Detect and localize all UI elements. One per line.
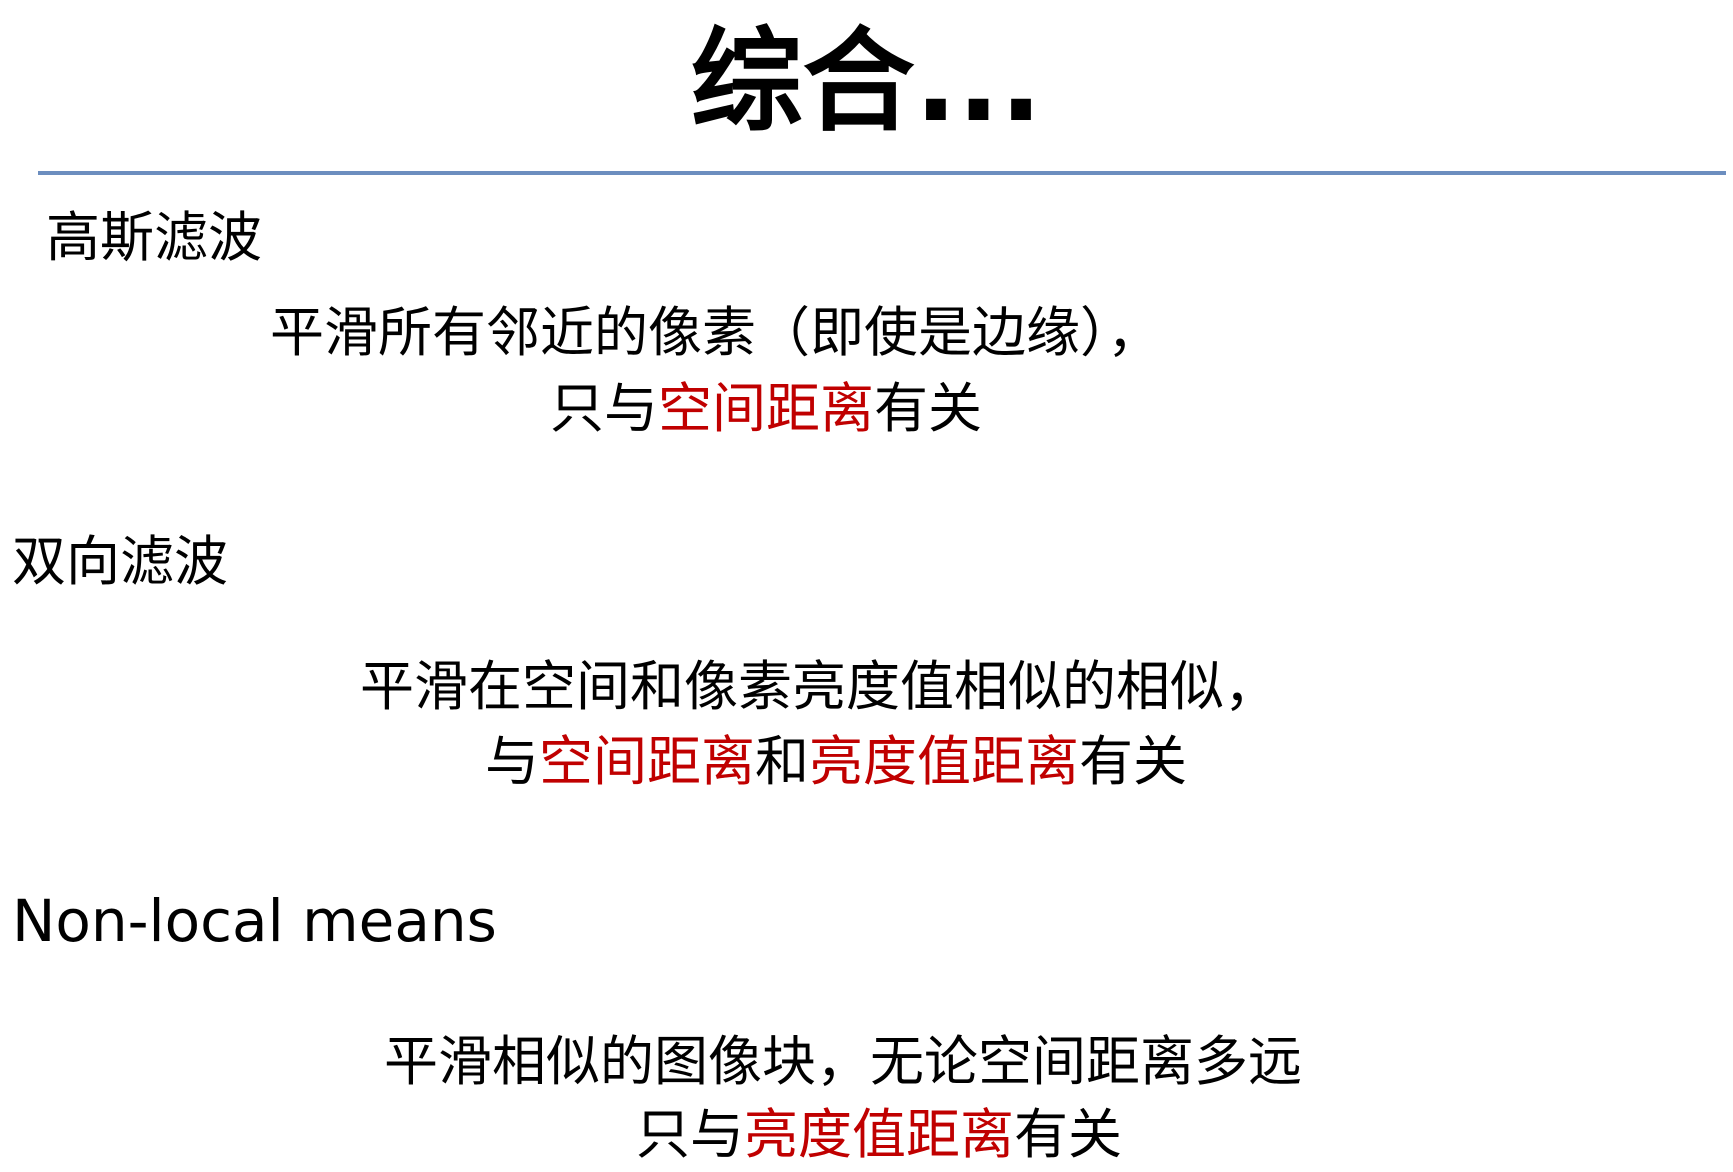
nlm-line2-prefix: 只与 [636,1103,744,1166]
gaussian-line2-suffix: 有关 [874,377,982,440]
gaussian-desc-line1: 平滑所有邻近的像素（即使是边缘）， [270,301,1161,364]
nlm-highlight-intensity-distance: 亮度值距离 [744,1103,1014,1166]
bilateral-desc-line2: 与空间距离和亮度值距离有关 [485,725,1187,799]
bilateral-highlight-intensity-distance: 亮度值距离 [809,730,1079,793]
nlm-line2-suffix: 有关 [1014,1103,1122,1166]
heading-non-local-means: Non-local means [12,887,497,955]
bilateral-desc-line1: 平滑在空间和像素亮度值相似的相似， [360,655,1278,718]
heading-bilateral-filter: 双向滤波 [12,530,228,593]
bilateral-line2-conjunction: 和 [755,730,809,793]
title-divider [38,171,1726,175]
nlm-desc-line2: 只与亮度值距离有关 [636,1098,1122,1172]
gaussian-desc-line2: 只与空间距离有关 [550,372,982,446]
bilateral-line2-suffix: 有关 [1079,730,1187,793]
gaussian-line2-prefix: 只与 [550,377,658,440]
heading-gaussian-filter: 高斯滤波 [46,206,262,269]
bilateral-line2-prefix: 与 [485,730,539,793]
nlm-desc-line1: 平滑相似的图像块，无论空间距离多远 [384,1030,1302,1093]
slide-title: 综合... [690,17,1043,147]
bilateral-highlight-spatial-distance: 空间距离 [539,730,755,793]
gaussian-highlight-spatial-distance: 空间距离 [658,377,874,440]
